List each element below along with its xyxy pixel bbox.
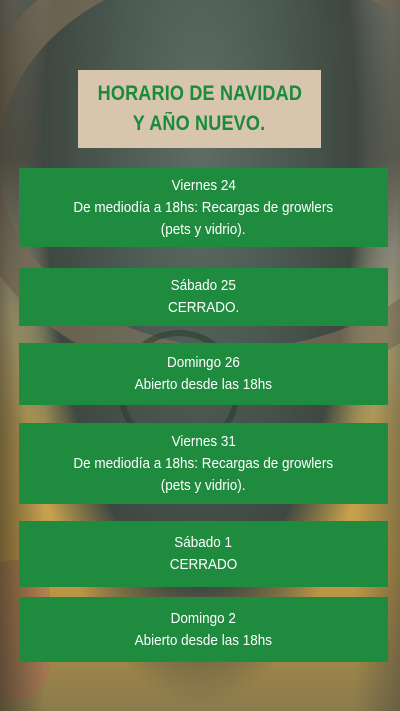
schedule-detail: CERRADO [169,556,238,573]
schedule-card-sabado-1: Sábado 1 CERRADO [19,521,388,587]
schedule-day: Domingo 2 [170,609,237,627]
schedule-day: Sábado 25 [170,277,237,294]
schedule-day: Viernes 31 [171,432,236,450]
schedule-detail: CERRADO. [167,299,240,316]
schedule-card-viernes-31: Viernes 31 De mediodía a 18hs: Recargas … [19,423,388,504]
schedule-day: Viernes 24 [171,176,236,194]
schedule-day: Sábado 1 [174,534,233,551]
schedule-detail: Abierto desde las 18hs [134,631,273,649]
title-line-2: Y AÑO NUEVO. [133,112,266,135]
schedule-day: Domingo 26 [167,354,240,371]
schedule-detail: De mediodía a 18hs: Recargas de growlers [73,198,334,216]
schedule-card-viernes-24: Viernes 24 De mediodía a 18hs: Recargas … [19,168,388,247]
schedule-card-domingo-2: Domingo 2 Abierto desde las 18hs [19,597,388,662]
schedule-detail: (pets y vidrio). [161,220,246,238]
schedule-card-sabado-25: Sábado 25 CERRADO. [19,268,388,326]
schedule-detail: De mediodía a 18hs: Recargas de growlers [73,454,334,472]
title-box: HORARIO DE NAVIDAD Y AÑO NUEVO. [78,70,321,148]
schedule-card-domingo-26: Domingo 26 Abierto desde las 18hs [19,343,388,405]
schedule-detail: Abierto desde las 18hs [134,376,273,393]
title-line-1: HORARIO DE NAVIDAD [97,82,302,105]
schedule-detail: (pets y vidrio). [161,476,246,494]
